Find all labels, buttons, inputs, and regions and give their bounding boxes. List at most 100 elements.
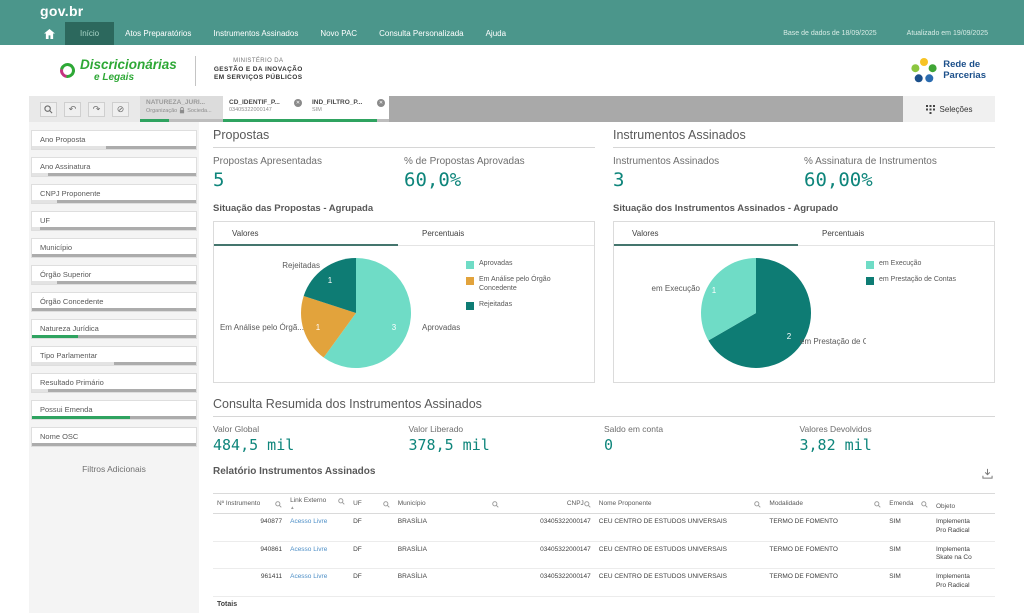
- propostas-title: Propostas: [213, 128, 595, 148]
- lock-icon: [179, 107, 185, 114]
- kpi-saldo-em-conta: Saldo em conta 0: [604, 424, 800, 454]
- govbr-logo[interactable]: gov.br: [40, 3, 84, 19]
- tab-percentuais-instrumentos[interactable]: Percentuais: [804, 222, 994, 245]
- selection-chip-cd-identif[interactable]: ✕ CD_IDENTIF_P... 03405322000147: [223, 96, 306, 122]
- kpi-instrumentos-assinados: Instrumentos Assinados 3: [613, 156, 804, 191]
- tab-valores-instrumentos[interactable]: Valores: [614, 222, 804, 245]
- svg-text:1: 1: [712, 286, 717, 295]
- svg-text:2: 2: [787, 332, 792, 341]
- brand-subtitle: e Legais: [94, 72, 177, 83]
- brand-title: Discricionárias: [80, 58, 177, 72]
- propostas-legend: Aprovadas Em Análise pelo Órgão Conceden…: [466, 246, 584, 380]
- col-header-nome-proponente[interactable]: Nome Proponente: [595, 494, 766, 514]
- search-icon[interactable]: [874, 501, 881, 510]
- smart-search-icon[interactable]: [40, 102, 57, 117]
- table-row[interactable]: 961411 Acesso Livre DF BRASÍLIA 03405322…: [213, 569, 995, 597]
- selection-chip-ind-filtro[interactable]: ✕ IND_FILTRO_P... SIM: [306, 96, 389, 122]
- filter-municipio[interactable]: Município: [31, 238, 197, 258]
- col-header-uf[interactable]: UF: [349, 494, 394, 514]
- kpi-propostas-apresentadas: Propostas Apresentadas 5: [213, 156, 404, 191]
- legend-item[interactable]: Aprovadas: [466, 260, 584, 269]
- filtros-adicionais-button[interactable]: Filtros Adicionais: [29, 454, 199, 484]
- svg-text:3: 3: [392, 323, 397, 332]
- table-row[interactable]: 940877 Acesso Livre DF BRASÍLIA 03405322…: [213, 514, 995, 542]
- search-icon[interactable]: [584, 501, 591, 510]
- col-header-emenda[interactable]: Emenda: [885, 494, 932, 514]
- search-icon[interactable]: [492, 501, 499, 510]
- step-back-icon[interactable]: ↶: [64, 102, 81, 117]
- nav-item-ajuda[interactable]: Ajuda: [475, 22, 517, 45]
- selections-bar-empty: [389, 96, 903, 122]
- acesso-livre-link[interactable]: Acesso Livre: [290, 546, 327, 553]
- rede-star-icon: [911, 58, 937, 84]
- legend-item[interactable]: Rejeitadas: [466, 301, 584, 310]
- govbr-topbar: gov.br Início Atos Preparatórios Instrum…: [0, 0, 1024, 45]
- instrumentos-table: Nº Instrumento Link Externo▲ UF Municípi…: [213, 493, 995, 613]
- filter-orgao-concedente[interactable]: Órgão Concedente: [31, 292, 197, 312]
- consulta-title: Consulta Resumida dos Instrumentos Assin…: [213, 397, 995, 417]
- search-icon[interactable]: [275, 501, 282, 510]
- nav-item-consulta-personalizada[interactable]: Consulta Personalizada: [368, 22, 475, 45]
- instrumentos-pie-card: Valores Percentuais 1 2 em Execução: [613, 221, 995, 383]
- search-icon[interactable]: [921, 501, 928, 510]
- legend-item[interactable]: em Execução: [866, 260, 984, 269]
- consulta-resumida-section: Consulta Resumida dos Instrumentos Assin…: [213, 397, 995, 456]
- svg-text:1: 1: [328, 276, 333, 285]
- legend-item[interactable]: em Prestação de Contas: [866, 276, 984, 285]
- dashboard-main: Propostas Propostas Apresentadas 5 % de …: [199, 122, 995, 613]
- filter-tipo-parlamentar[interactable]: Tipo Parlamentar: [31, 346, 197, 366]
- filter-ano-proposta[interactable]: Ano Proposta: [31, 130, 197, 150]
- filter-orgao-superior[interactable]: Órgão Superior: [31, 265, 197, 285]
- selection-tools: ↶ ↷ ⊘: [29, 96, 140, 122]
- clear-selections-icon[interactable]: ⊘: [112, 102, 129, 117]
- search-icon[interactable]: [754, 501, 761, 510]
- col-header-num-instrumento[interactable]: Nº Instrumento: [213, 494, 286, 514]
- search-icon[interactable]: [383, 501, 390, 510]
- table-row[interactable]: 940861 Acesso Livre DF BRASÍLIA 03405322…: [213, 541, 995, 569]
- col-header-cnpj[interactable]: CNPJ: [503, 494, 594, 514]
- nav-item-instrumentos-assinados[interactable]: Instrumentos Assinados: [202, 22, 309, 45]
- brand-swirl-icon: [57, 60, 78, 81]
- filter-resultado-primario[interactable]: Resultado Primário: [31, 373, 197, 393]
- selections-button[interactable]: Seleções: [903, 96, 995, 122]
- filter-nome-osc[interactable]: Nome OSC: [31, 427, 197, 447]
- remove-selection-icon[interactable]: ✕: [377, 99, 385, 107]
- col-header-municipio[interactable]: Município: [394, 494, 504, 514]
- tab-percentuais-propostas[interactable]: Percentuais: [404, 222, 594, 245]
- home-icon[interactable]: [34, 22, 65, 45]
- acesso-livre-link[interactable]: Acesso Livre: [290, 518, 327, 525]
- remove-selection-icon[interactable]: ✕: [294, 99, 302, 107]
- filter-possui-emenda[interactable]: Possui Emenda: [31, 400, 197, 420]
- col-header-objeto[interactable]: Objeto: [932, 494, 995, 514]
- acesso-livre-link[interactable]: Acesso Livre: [290, 573, 327, 580]
- col-header-modalidade[interactable]: Modalidade: [765, 494, 885, 514]
- instrumentos-chart-title: Situação dos Instrumentos Assinados - Ag…: [613, 203, 995, 214]
- svg-text:em Execução: em Execução: [652, 284, 701, 293]
- nav-item-inicio[interactable]: Início: [65, 22, 114, 45]
- kpi-pct-assinatura: % Assinatura de Instrumentos 60,00%: [804, 156, 995, 191]
- filter-uf[interactable]: UF: [31, 211, 197, 231]
- filter-cnpj-proponente[interactable]: CNPJ Proponente: [31, 184, 197, 204]
- download-icon[interactable]: [982, 466, 993, 484]
- search-icon[interactable]: [338, 498, 345, 508]
- propostas-pie-chart: 3 1 1 Aprovadas Em Análise pelo Órgã... …: [214, 246, 466, 380]
- instrumentos-title: Instrumentos Assinados: [613, 128, 995, 148]
- col-header-link-externo[interactable]: Link Externo▲: [286, 494, 349, 514]
- sort-asc-icon: ▲: [290, 505, 345, 510]
- svg-text:em Prestação de Contas: em Prestação de Contas: [800, 337, 866, 346]
- filter-ano-assinatura[interactable]: Ano Assinatura: [31, 157, 197, 177]
- nav-item-atos-preparatorios[interactable]: Atos Preparatórios: [114, 22, 202, 45]
- updated-label: Atualizado em 19/09/2025: [907, 30, 988, 37]
- propostas-chart-title: Situação das Propostas - Agrupada: [213, 203, 595, 214]
- legend-item[interactable]: Em Análise pelo Órgão Concedente: [466, 276, 584, 294]
- nav-item-novo-pac[interactable]: Novo PAC: [309, 22, 368, 45]
- tab-valores-propostas[interactable]: Valores: [214, 222, 404, 245]
- svg-text:Aprovadas: Aprovadas: [422, 323, 460, 332]
- filter-natureza-juridica[interactable]: Natureza Jurídica: [31, 319, 197, 339]
- propostas-pie-card: Valores Percentuais 3 1 1: [213, 221, 595, 383]
- svg-text:Em Análise pelo Órgã...: Em Análise pelo Órgã...: [220, 323, 304, 332]
- kpi-pct-propostas-aprovadas: % de Propostas Aprovadas 60,0%: [404, 156, 595, 191]
- step-forward-icon[interactable]: ↷: [88, 102, 105, 117]
- selection-chip-natureza-juridica[interactable]: NATUREZA_JURI... Organização Socieda...: [140, 96, 223, 122]
- svg-text:1: 1: [316, 323, 321, 332]
